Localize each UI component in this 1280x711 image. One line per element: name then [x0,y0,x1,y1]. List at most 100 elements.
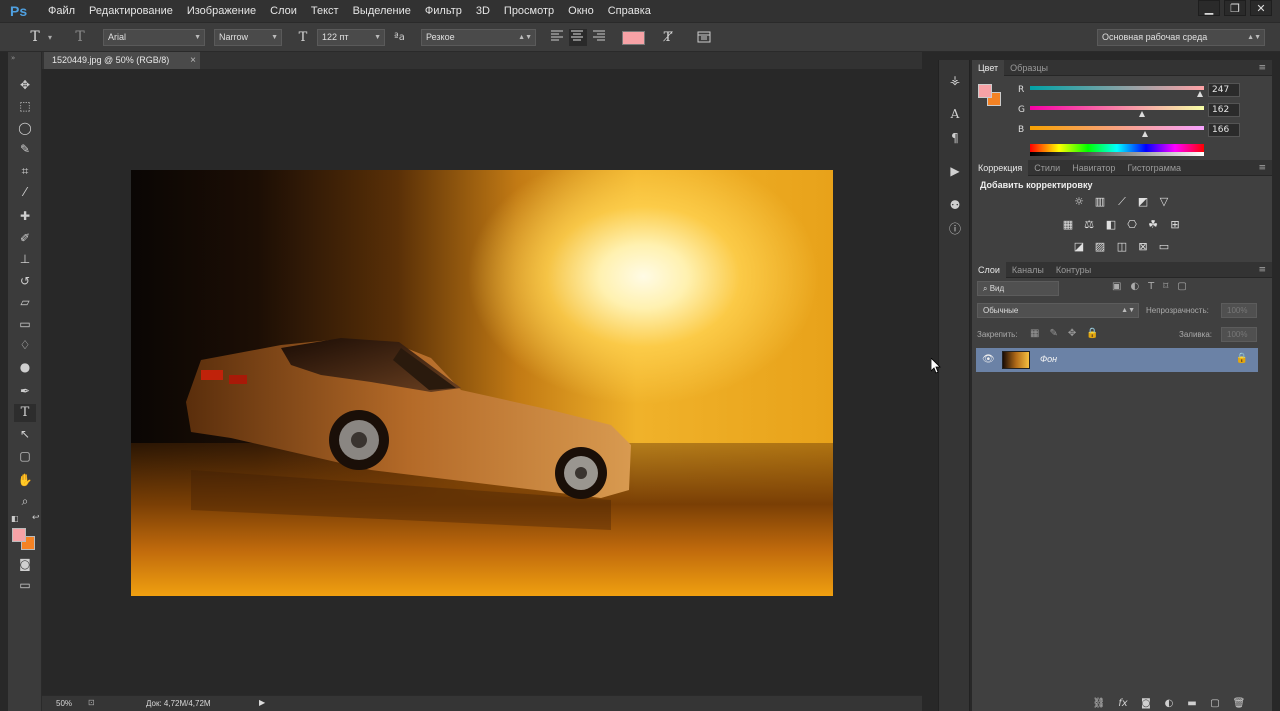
tab-layers[interactable]: Слои [972,262,1006,278]
minimize-button[interactable]: ▁ [1198,0,1220,16]
foreground-color-swatch[interactable] [12,528,26,542]
warp-text-icon[interactable]: Ⱦ [659,29,677,46]
selective-color-icon[interactable]: ⊠ [1135,240,1151,254]
tab-color[interactable]: Цвет [972,60,1005,76]
exposure-icon[interactable]: ◩ [1135,195,1151,209]
fill-field[interactable]: 100% [1221,327,1257,342]
trash-icon[interactable]: 🗑 [1232,698,1246,710]
antialias-dropdown[interactable]: Резкое ▲▼ [421,29,536,46]
r-value-field[interactable]: 247 [1208,83,1240,97]
eyedropper-tool-icon[interactable]: ⁄ [14,183,36,201]
font-size-dropdown[interactable]: 122 пт ▼ [317,29,385,46]
align-center-icon[interactable] [569,29,587,46]
panel-menu-icon[interactable]: ≡ [1258,60,1266,76]
channel-mixer-icon[interactable]: ☘ [1145,218,1161,232]
group-icon[interactable]: ▬ [1185,698,1199,710]
tab-navigator[interactable]: Навигатор [1066,160,1121,176]
tab-styles[interactable]: Стили [1028,160,1066,176]
menu-layers[interactable]: Слои [270,5,297,17]
layer-name[interactable]: Фон [1040,354,1057,364]
menu-window[interactable]: Окно [568,5,594,17]
character-panel-icon[interactable] [696,29,714,46]
clone-source-icon[interactable]: ⚉ [944,195,966,215]
levels-icon[interactable]: ▥ [1092,195,1108,209]
panel-menu-icon[interactable]: ≡ [1258,262,1266,278]
menu-image[interactable]: Изображение [187,5,256,17]
tab-histogram[interactable]: Гистограмма [1121,160,1187,176]
eye-icon[interactable]: 👁 [982,354,995,365]
tool-preset-arrow-icon[interactable]: ▾ [48,29,58,46]
gradient-map-icon[interactable]: ▭ [1156,240,1172,254]
gradient-tool-icon[interactable]: ▭ [14,315,36,333]
close-icon[interactable]: × [190,52,196,69]
align-right-icon[interactable] [592,29,608,46]
layer-row[interactable]: 👁 Фон 🔒 [976,348,1258,372]
layer-filter-dropdown[interactable]: ⌕ Вид [977,281,1059,296]
history-panel-icon[interactable]: ⚶ [944,70,966,90]
tab-swatches[interactable]: Образцы [1004,60,1054,76]
document-tab[interactable]: 1520449.jpg @ 50% (RGB/8) × [44,52,200,69]
black-white-icon[interactable]: ◧ [1103,218,1119,232]
new-layer-icon[interactable]: ▢ [1208,698,1222,710]
b-value-field[interactable]: 166 [1208,123,1240,137]
photo-filter-icon[interactable]: ⎔ [1124,218,1140,232]
history-brush-tool-icon[interactable]: ↺ [14,272,36,290]
quick-selection-tool-icon[interactable]: ✎ [14,140,36,158]
brush-tool-icon[interactable]: ✐ [14,229,36,247]
vibrance-icon[interactable]: ▽ [1156,195,1172,209]
restore-button[interactable]: ❐ [1224,0,1246,16]
menu-help[interactable]: Справка [608,5,651,17]
default-colors-icon[interactable]: ◧ [11,514,19,523]
menu-3d[interactable]: 3D [476,5,490,17]
pen-tool-icon[interactable]: ✒ [14,382,36,400]
hand-tool-icon[interactable]: ✋ [14,471,36,489]
quick-mask-icon[interactable]: ◙ [14,555,36,573]
color-fg-swatch[interactable] [978,84,992,98]
r-slider[interactable] [1030,86,1204,90]
rectangle-tool-icon[interactable]: ▢ [14,447,36,465]
b-slider[interactable] [1030,126,1204,130]
tab-channels[interactable]: Каналы [1006,262,1050,278]
text-color-swatch[interactable] [622,31,645,45]
align-left-icon[interactable] [550,29,566,46]
menu-edit[interactable]: Редактирование [89,5,173,17]
swap-colors-icon[interactable]: ↩ [32,513,40,523]
curves-icon[interactable]: ⟋ [1114,195,1130,209]
menu-view[interactable]: Просмотр [504,5,554,17]
threshold-icon[interactable]: ◫ [1114,240,1130,254]
character-panel-icon[interactable]: A [944,104,966,124]
zoom-level[interactable]: 50% [56,699,72,708]
adjustment-layer-icon[interactable]: ◐ [1162,698,1176,710]
hue-saturation-icon[interactable]: ▦ [1060,218,1076,232]
canvas-area[interactable] [42,69,922,695]
opacity-field[interactable]: 100% [1221,303,1257,318]
eraser-tool-icon[interactable]: ▱ [14,293,36,311]
font-family-dropdown[interactable]: Arial ▼ [103,29,205,46]
workspace-dropdown[interactable]: Основная рабочая среда ▲▼ [1097,29,1265,46]
color-lookup-icon[interactable]: ⊞ [1167,218,1183,232]
lasso-tool-icon[interactable]: ◯ [14,119,36,137]
brightness-contrast-icon[interactable]: ☼ [1071,195,1087,209]
actions-panel-icon[interactable]: ▶ [944,161,966,181]
menu-file[interactable]: Файл [48,5,75,17]
collapse-arrows-icon[interactable]: » [11,54,15,62]
move-tool-icon[interactable]: ✥ [14,76,36,94]
layer-filter-icons[interactable]: ▣◐T⌑▢ [1112,281,1196,292]
info-panel-icon[interactable]: ⓘ [944,219,966,239]
tab-adjustments[interactable]: Коррекция [972,160,1029,176]
g-slider-thumb[interactable] [1139,111,1145,117]
healing-brush-tool-icon[interactable]: ✚ [14,207,36,225]
blend-mode-dropdown[interactable]: Обычные ▲▼ [977,303,1139,318]
menu-type[interactable]: Текст [311,5,339,17]
link-layers-icon[interactable]: ⛓ [1092,698,1106,710]
invert-icon[interactable]: ◪ [1071,240,1087,254]
blur-tool-icon[interactable]: ♢ [14,336,36,354]
paragraph-panel-icon[interactable]: ¶ [944,128,966,148]
dodge-tool-icon[interactable]: ● [14,358,36,376]
lock-icons[interactable]: ▦✎✥🔒 [1030,328,1109,339]
zoom-tool-icon[interactable]: ⌕ [14,492,36,510]
screen-mode-icon[interactable]: ▭ [14,576,36,594]
menu-select[interactable]: Выделение [353,5,411,17]
type-tool-icon[interactable]: T [14,404,36,422]
spectrum-ramp[interactable] [1030,144,1204,156]
